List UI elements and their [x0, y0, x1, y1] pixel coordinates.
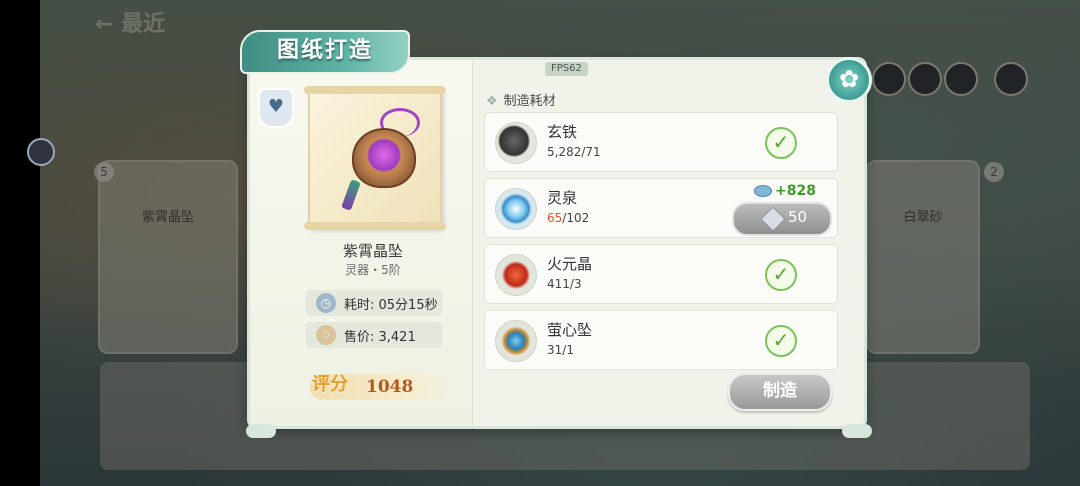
scroll-rod-top [304, 86, 446, 94]
craft-button[interactable]: 制造 [728, 373, 832, 411]
materials-heading: ❖ 制造耗材 [486, 90, 556, 109]
check-icon: ✓ [765, 127, 797, 159]
material-name: 玄铁 [547, 123, 578, 141]
spirit-spring-icon [495, 188, 537, 230]
corner-ornament [246, 424, 276, 438]
diamond-icon: ❖ [486, 94, 498, 109]
material-name: 火元晶 [547, 255, 593, 273]
material-count: 65/102 [547, 211, 590, 225]
materials-heading-text: 制造耗材 [503, 94, 556, 109]
dialog-title: 图纸打造 [276, 37, 373, 63]
material-count: 5,282/71 [547, 145, 601, 159]
firefly-pendant-icon [495, 320, 537, 362]
scroll-rod-bottom [304, 222, 446, 230]
sell-price-row: ♢ 售价: 3,421 [306, 322, 442, 348]
dialog-title-banner: 图纸打造 [240, 30, 410, 74]
sell-price-text: 售价: 3,421 [344, 330, 416, 345]
craft-time-row: ◷ 耗时: 05分15秒 [306, 290, 442, 316]
clock-icon: ◷ [316, 293, 336, 313]
material-row-iron[interactable]: 玄铁 5,282/71 ✓ [484, 112, 838, 172]
check-icon: ✓ [765, 325, 797, 357]
iron-ore-icon [495, 122, 537, 164]
material-count: 31/1 [547, 343, 574, 357]
resource-gain-indicator: +828 [754, 183, 816, 199]
buy-cost: 50 [788, 208, 808, 226]
favorite-heart-icon[interactable]: ♥ [258, 88, 294, 128]
purple-crystal-pendant-icon [352, 128, 416, 188]
material-row-firefly-pendant[interactable]: 萤心坠 31/1 ✓ [484, 310, 838, 370]
score-label: 评分 [312, 374, 348, 395]
fps-counter: FPS62 [545, 62, 588, 76]
close-button[interactable]: ✿ [826, 57, 872, 103]
score-value: 1048 [366, 377, 414, 397]
money-bag-icon: ♢ [316, 325, 336, 345]
silver-gem-icon [760, 206, 786, 232]
check-icon: ✓ [765, 259, 797, 291]
material-row-fire-crystal[interactable]: 火元晶 411/3 ✓ [484, 244, 838, 304]
item-name: 紫霄晶坠 [342, 242, 403, 260]
material-name: 萤心坠 [547, 321, 593, 339]
buy-material-button[interactable]: 50 [732, 202, 832, 236]
eye-icon [754, 185, 772, 197]
fire-crystal-icon [495, 254, 537, 296]
corner-ornament [842, 424, 872, 438]
material-name: 灵泉 [547, 189, 578, 207]
craft-time-text: 耗时: 05分15秒 [344, 298, 438, 313]
material-count: 411/3 [547, 277, 582, 291]
floating-assist-button[interactable] [27, 138, 55, 166]
item-grade: 灵器・5阶 [345, 263, 401, 277]
